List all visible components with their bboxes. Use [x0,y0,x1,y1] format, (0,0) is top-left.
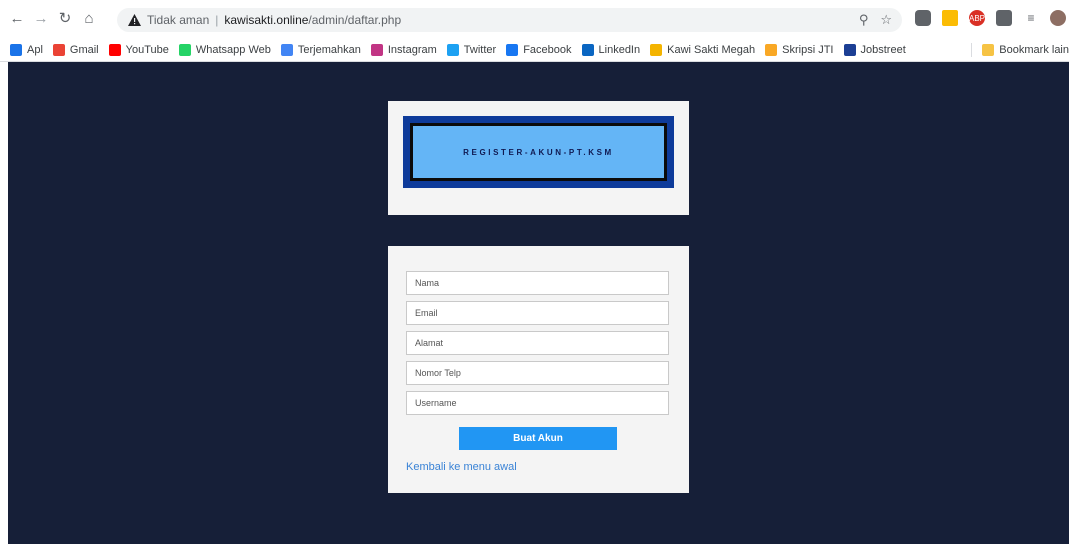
address-field[interactable] [406,331,669,355]
ksm-icon [650,43,663,56]
youtube-icon [108,43,121,56]
bookmarks-divider [971,43,973,57]
url-path: /admin/daftar.php [308,13,402,27]
back-to-menu-link[interactable]: Kembali ke menu awal [406,461,517,473]
bookmark-label: Apl [27,43,43,56]
bookmark-label: Whatsapp Web [195,43,271,56]
warning-icon [127,13,141,27]
translate-icon [280,43,293,56]
bookmark-jobstreet[interactable]: Jobstreet [843,43,906,56]
instagram-icon [370,43,383,56]
phone-field[interactable] [406,361,669,385]
bookmark-skripsi-jti[interactable]: Skripsi JTI [765,43,834,56]
skripsi-icon [765,43,778,56]
url-host: kawisakti.online [224,13,309,27]
playlist-icon[interactable]: ≡ [1023,10,1039,26]
home-icon[interactable]: ⌂ [80,10,98,28]
gmail-icon [52,43,65,56]
adblock-icon[interactable]: ABP [969,10,985,26]
email-field[interactable] [406,301,669,325]
cloud-icon[interactable] [915,10,931,26]
page-content: REGISTER-AKUN-PT.KSM Buat Akun Kembali k… [8,62,1069,544]
bookmark-label: Skripsi JTI [782,43,834,56]
twitter-icon [446,43,459,56]
jobstreet-icon [843,43,856,56]
reload-icon[interactable]: ↻ [56,10,74,28]
bookmark-label: Facebook [523,43,572,56]
bookmark-label: Jobstreet [860,43,906,56]
star-icon[interactable]: ☆ [880,12,892,28]
security-status: Tidak aman [147,13,210,27]
banner-inner: REGISTER-AKUN-PT.KSM [410,123,667,181]
avatar[interactable] [1050,10,1066,26]
bookmark-label: Instagram [387,43,437,56]
address-bar[interactable]: Tidak aman | kawisakti.online/admin/daft… [117,8,902,32]
forward-icon[interactable]: → [32,10,50,28]
bookmark-label: YouTube [125,43,169,56]
play-icon[interactable] [942,10,958,26]
bookmark-youtube[interactable]: YouTube [108,43,169,56]
extension-icons: ABP ≡ ⋮ [915,10,1069,26]
folder-icon [982,44,995,56]
back-icon[interactable]: ← [8,10,26,28]
bookmark-label: Terjemahkan [297,43,361,56]
bookmark-whatsapp-web[interactable]: Whatsapp Web [178,43,271,56]
username-field[interactable] [406,391,669,415]
other-bookmarks-label: Bookmark lain [999,44,1069,56]
facebook-icon [506,43,519,56]
bookmark-terjemahkan[interactable]: Terjemahkan [280,43,361,56]
bookmark-gmail[interactable]: Gmail [52,43,99,56]
bookmark-label: Twitter [463,43,497,56]
header-card: REGISTER-AKUN-PT.KSM [388,101,689,215]
bookmark-linkedin[interactable]: LinkedIn [581,43,641,56]
name-field[interactable] [406,271,669,295]
zoom-icon[interactable]: ⚲ [859,12,869,28]
banner: REGISTER-AKUN-PT.KSM [403,116,674,188]
whatsapp-icon [178,43,191,56]
page-title: REGISTER-AKUN-PT.KSM [463,147,614,157]
linkedin-icon [581,43,594,56]
omnibox-divider: | [215,13,219,27]
browser-toolbar: ← → ↻ ⌂ Tidak aman | kawisakti.online/ad… [0,0,1069,38]
bookmark-label: Gmail [69,43,99,56]
bookmark-twitter[interactable]: Twitter [446,43,497,56]
bookmark-label: LinkedIn [598,43,641,56]
bookmark-instagram[interactable]: Instagram [370,43,437,56]
omnibox-actions: ⚲ ☆ [859,12,892,28]
browser-chrome: ← → ↻ ⌂ Tidak aman | kawisakti.online/ad… [0,0,1069,62]
bookmark-facebook[interactable]: Facebook [506,43,572,56]
puzzle-icon[interactable] [996,10,1012,26]
create-account-button[interactable]: Buat Akun [459,427,617,450]
bookmark-label: Kawi Sakti Megah [667,43,756,56]
bookmark-apl[interactable]: Apl [10,43,43,56]
other-bookmarks[interactable]: Bookmark lain [971,38,1069,62]
bookmarks-bar: Apl Gmail YouTube Whatsapp Web Terjemahkan In… [0,38,1069,62]
apps-icon [10,43,22,56]
bookmark-kawi-sakti-megah[interactable]: Kawi Sakti Megah [650,43,756,56]
register-form: Buat Akun Kembali ke menu awal [388,246,689,493]
